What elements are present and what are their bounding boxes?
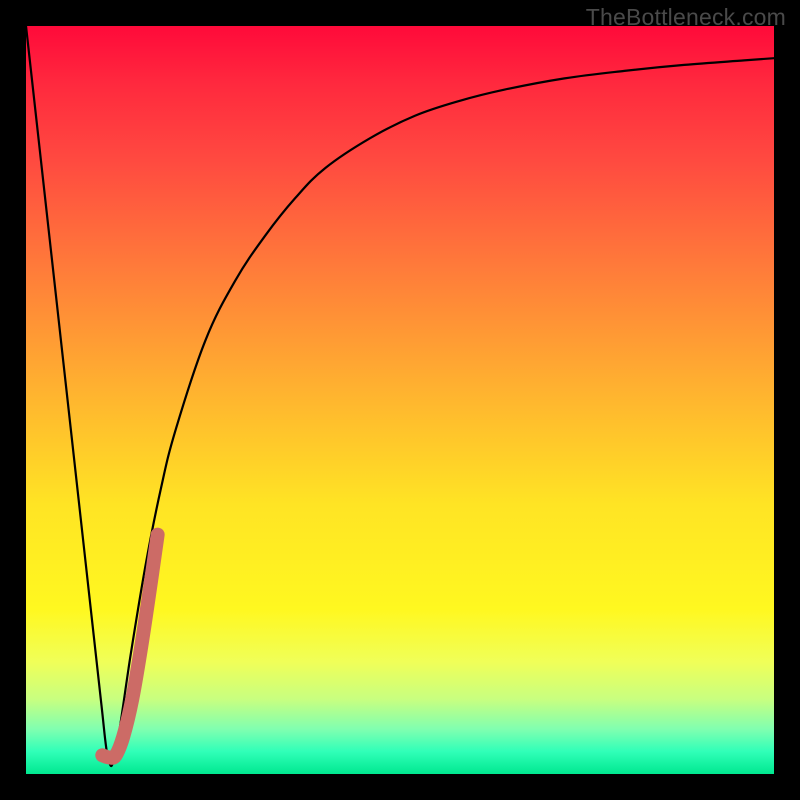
curve-layer xyxy=(26,26,774,774)
chart-frame: TheBottleneck.com xyxy=(0,0,800,800)
highlight-curve xyxy=(102,535,157,758)
